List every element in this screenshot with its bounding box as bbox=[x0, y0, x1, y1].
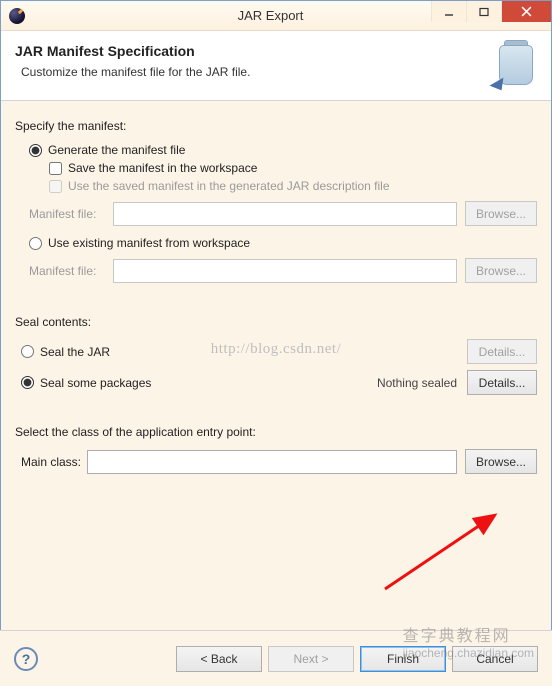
close-button[interactable] bbox=[501, 1, 551, 22]
seal-packages-details-button[interactable]: Details... bbox=[467, 370, 537, 395]
help-button[interactable]: ? bbox=[14, 647, 38, 671]
window-titlebar: JAR Export bbox=[1, 1, 551, 31]
minimize-button[interactable] bbox=[431, 1, 466, 22]
main-class-section-label: Select the class of the application entr… bbox=[15, 425, 537, 439]
cancel-button[interactable]: Cancel bbox=[452, 646, 538, 672]
manifest-file-label-2: Manifest file: bbox=[29, 264, 113, 278]
jar-icon bbox=[493, 39, 539, 93]
finish-button[interactable]: Finish bbox=[360, 646, 446, 672]
manifest-file-input-1 bbox=[113, 202, 457, 226]
use-saved-manifest-checkbox bbox=[49, 180, 62, 193]
wizard-header: JAR Manifest Specification Customize the… bbox=[1, 31, 551, 101]
browse-manifest-button-2: Browse... bbox=[465, 258, 537, 283]
page-subtitle: Customize the manifest file for the JAR … bbox=[15, 65, 537, 79]
back-button[interactable]: < Back bbox=[176, 646, 262, 672]
main-class-input[interactable] bbox=[87, 450, 457, 474]
seal-contents-label: Seal contents: bbox=[15, 315, 537, 329]
window-controls bbox=[431, 1, 551, 22]
eclipse-icon bbox=[9, 8, 25, 24]
wizard-footer: ? < Back Next > Finish Cancel bbox=[0, 630, 552, 686]
seal-jar-radio[interactable] bbox=[21, 345, 34, 358]
generate-manifest-label: Generate the manifest file bbox=[48, 143, 185, 157]
seal-packages-label: Seal some packages bbox=[40, 376, 151, 390]
seal-packages-radio[interactable] bbox=[21, 376, 34, 389]
seal-jar-label: Seal the JAR bbox=[40, 345, 110, 359]
save-manifest-label: Save the manifest in the workspace bbox=[68, 161, 257, 175]
save-manifest-checkbox[interactable] bbox=[49, 162, 62, 175]
next-button: Next > bbox=[268, 646, 354, 672]
specify-manifest-label: Specify the manifest: bbox=[15, 119, 537, 133]
use-saved-manifest-label: Use the saved manifest in the generated … bbox=[68, 179, 390, 193]
annotation-arrow bbox=[379, 505, 509, 595]
use-existing-manifest-radio[interactable] bbox=[29, 237, 42, 250]
maximize-button[interactable] bbox=[466, 1, 501, 22]
seal-jar-details-button: Details... bbox=[467, 339, 537, 364]
use-existing-manifest-label: Use existing manifest from workspace bbox=[48, 236, 250, 250]
seal-status: Nothing sealed bbox=[377, 376, 457, 390]
main-class-label: Main class: bbox=[21, 455, 81, 469]
manifest-file-label-1: Manifest file: bbox=[29, 207, 113, 221]
wizard-content: Specify the manifest: Generate the manif… bbox=[1, 101, 551, 474]
generate-manifest-radio[interactable] bbox=[29, 144, 42, 157]
browse-manifest-button-1: Browse... bbox=[465, 201, 537, 226]
browse-main-class-button[interactable]: Browse... bbox=[465, 449, 537, 474]
page-title: JAR Manifest Specification bbox=[15, 43, 537, 59]
manifest-file-input-2 bbox=[113, 259, 457, 283]
